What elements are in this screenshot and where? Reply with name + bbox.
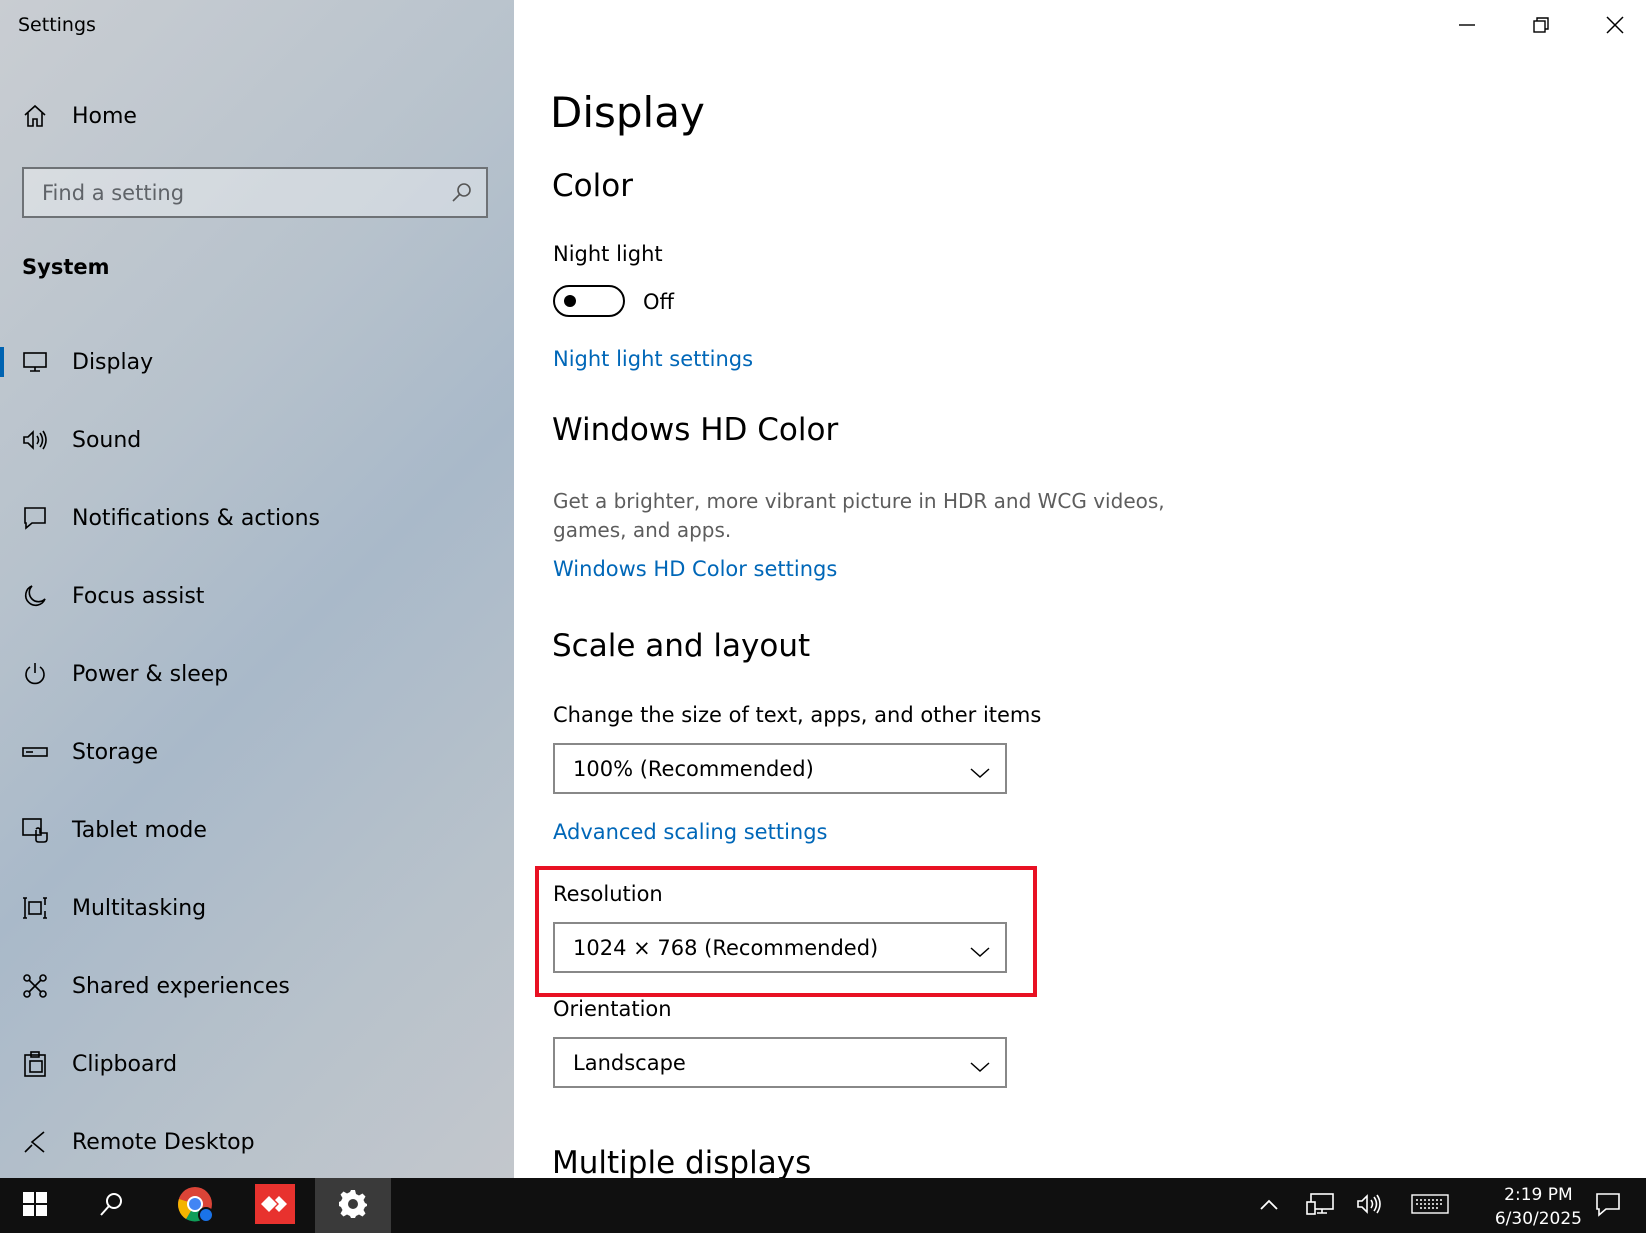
windows-icon [22,1191,48,1221]
chevron-up-icon [1259,1196,1279,1215]
sidebar-item-clipboard[interactable]: Clipboard [0,1034,514,1094]
app-title: Settings [18,14,96,36]
section-header-system: System [22,255,110,279]
taskbar: 2:19 PM 6/30/2025 [0,1178,1646,1233]
sidebar-item-label: Remote Desktop [72,1129,255,1155]
volume-tray-button[interactable] [1350,1178,1390,1233]
clock-time: 2:19 PM [1504,1185,1573,1205]
gear-icon [337,1188,369,1224]
night-light-settings-link[interactable]: Night light settings [553,347,753,371]
hd-color-settings-link[interactable]: Windows HD Color settings [553,557,837,581]
sidebar-item-focus-assist[interactable]: Focus assist [0,566,514,626]
remote-app-icon [255,1183,295,1228]
orientation-value: Landscape [573,1050,686,1075]
search-box[interactable] [22,167,488,218]
chrome-icon [176,1185,214,1227]
home-icon [20,101,50,131]
sidebar-item-tablet-mode[interactable]: Tablet mode [0,800,514,860]
network-tray-button[interactable] [1300,1178,1340,1233]
shared-icon [20,971,50,1001]
close-button[interactable] [1590,8,1640,42]
clock-date: 6/30/2025 [1494,1209,1582,1229]
scale-dropdown[interactable]: 100% (Recommended) [553,743,1007,794]
toggle-knob [564,295,576,307]
sidebar-item-label: Clipboard [72,1051,178,1077]
sidebar-item-label: Notifications & actions [72,505,321,531]
taskbar-settings[interactable] [315,1178,391,1233]
sidebar-item-remote-desktop[interactable]: Remote Desktop [0,1112,514,1172]
show-hidden-icons-button[interactable] [1253,1178,1285,1233]
sidebar-item-power-sleep[interactable]: Power & sleep [0,644,514,704]
taskbar-clock[interactable]: 2:19 PM 6/30/2025 [1495,1183,1582,1231]
scale-layout-heading: Scale and layout [552,628,811,664]
sidebar-item-label: Multitasking [72,895,207,921]
chevron-down-icon [969,940,991,964]
sidebar-item-label: Sound [72,427,142,453]
message-icon [20,503,50,533]
moon-icon [20,581,50,611]
clipboard-icon [20,1049,50,1079]
color-heading: Color [552,168,633,204]
orientation-label: Orientation [553,997,672,1021]
sidebar: Settings Home System Display Sound Notif… [0,0,514,1178]
multiple-displays-heading: Multiple displays [552,1145,812,1178]
night-light-state: Off [643,290,674,314]
resolution-dropdown[interactable]: 1024 × 768 (Recommended) [553,922,1007,973]
remote-desktop-icon [20,1127,50,1157]
sidebar-item-label: Power & sleep [72,661,229,687]
sidebar-item-label: Shared experiences [72,973,290,999]
network-icon [1305,1191,1335,1221]
power-icon [20,659,50,689]
advanced-scaling-link[interactable]: Advanced scaling settings [553,820,828,844]
orientation-dropdown[interactable]: Landscape [553,1037,1007,1088]
resolution-label: Resolution [553,882,663,906]
sidebar-item-label: Display [72,349,154,375]
taskbar-search-button[interactable] [72,1178,152,1233]
chevron-down-icon [969,761,991,785]
monitor-icon [20,347,50,377]
sidebar-item-storage[interactable]: Storage [0,722,514,782]
hd-color-heading: Windows HD Color [552,412,839,448]
storage-icon [20,737,50,767]
multitasking-icon [20,893,50,923]
tablet-icon [20,815,50,845]
sidebar-item-sound[interactable]: Sound [0,410,514,470]
touch-keyboard-button[interactable] [1405,1178,1455,1233]
sidebar-item-notifications[interactable]: Notifications & actions [0,488,514,548]
chevron-down-icon [969,1055,991,1079]
sidebar-item-label: Tablet mode [72,817,207,843]
keyboard-icon [1410,1192,1450,1220]
main-content: Display Color Night light Off Night ligh… [514,0,1646,1178]
resolution-value: 1024 × 768 (Recommended) [573,935,879,960]
sidebar-item-display[interactable]: Display [0,332,514,392]
sidebar-item-label: Focus assist [72,583,205,609]
scale-label: Change the size of text, apps, and other… [553,703,1042,727]
restore-button[interactable] [1516,8,1566,42]
taskbar-anydesk[interactable] [235,1178,315,1233]
speaker-icon [20,425,50,455]
night-light-toggle[interactable] [553,285,625,317]
start-button[interactable] [0,1178,70,1233]
search-input[interactable] [24,169,424,216]
search-icon[interactable] [450,181,474,209]
sidebar-item-label: Storage [72,739,159,765]
page-title: Display [550,88,705,137]
sidebar-item-home[interactable]: Home [0,86,514,146]
taskbar-chrome[interactable] [155,1178,235,1233]
notification-icon [1594,1190,1622,1222]
sidebar-item-label: Home [72,103,137,129]
scale-value: 100% (Recommended) [573,756,814,781]
action-center-button[interactable] [1578,1178,1638,1233]
minimize-button[interactable] [1442,8,1492,42]
speaker-icon [1355,1192,1385,1220]
sidebar-item-shared-experiences[interactable]: Shared experiences [0,956,514,1016]
hd-color-description: Get a brighter, more vibrant picture in … [553,489,1165,542]
night-light-label: Night light [553,242,663,266]
search-icon [98,1190,126,1222]
sidebar-item-multitasking[interactable]: Multitasking [0,878,514,938]
